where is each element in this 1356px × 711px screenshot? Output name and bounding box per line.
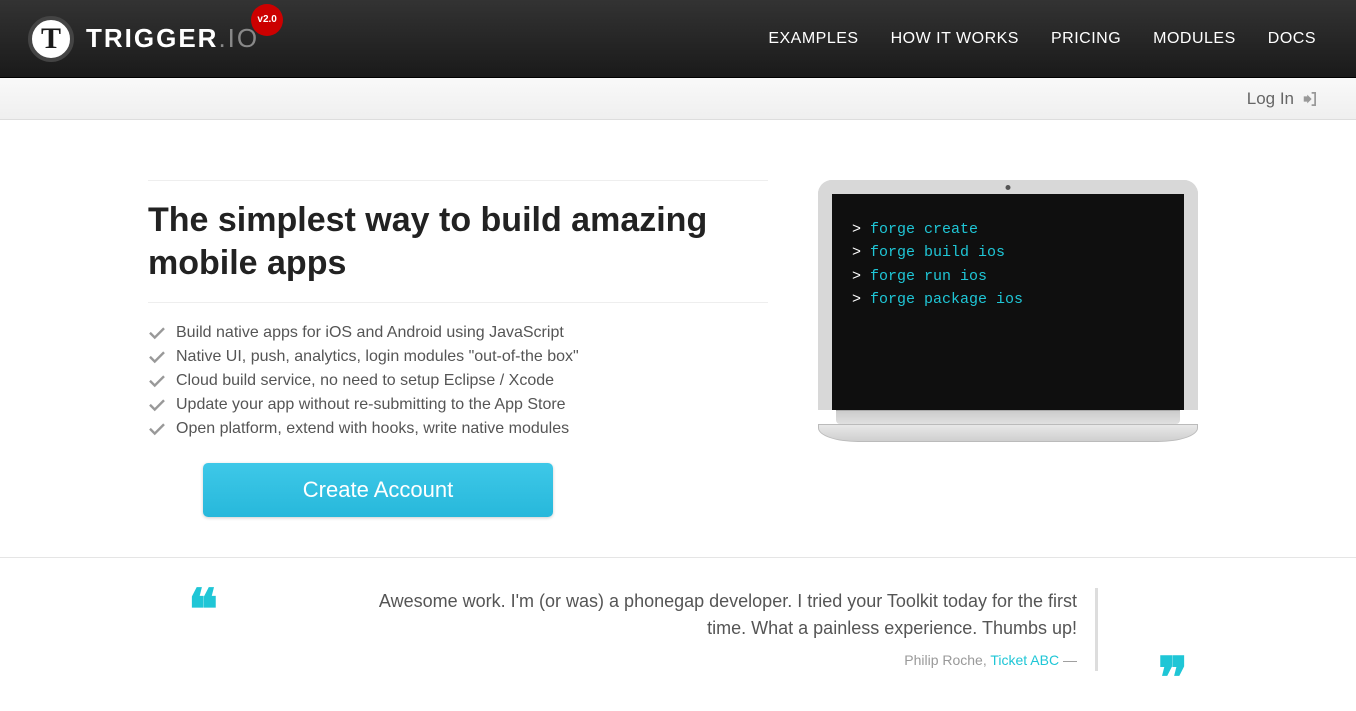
nav-examples[interactable]: EXAMPLES: [768, 30, 858, 48]
create-account-button[interactable]: Create Account: [203, 463, 553, 517]
laptop-camera-icon: [1006, 185, 1011, 190]
terminal-line: > forge build ios: [852, 241, 1164, 264]
testimonial-body: Awesome work. I'm (or was) a phonegap de…: [378, 588, 1098, 671]
testimonial-source-link[interactable]: Ticket ABC: [990, 652, 1059, 668]
logo-mark-icon: T: [28, 16, 74, 62]
testimonial-attribution: Philip Roche, Ticket ABC —: [378, 650, 1077, 671]
feature-list: Build native apps for iOS and Android us…: [148, 321, 768, 441]
feature-item: Native UI, push, analytics, login module…: [148, 345, 768, 369]
brand-wordmark: TRIGGER.IO: [86, 23, 259, 54]
laptop-graphic: > forge create > forge build ios > forge…: [818, 180, 1198, 442]
terminal-line: > forge run ios: [852, 265, 1164, 288]
login-label: Log In: [1247, 89, 1294, 109]
hero-illustration: > forge create > forge build ios > forge…: [808, 180, 1208, 517]
quote-close-icon: ❞: [1158, 646, 1188, 711]
version-badge: v2.0: [253, 6, 281, 34]
laptop-screen: > forge create > forge build ios > forge…: [818, 180, 1198, 410]
terminal-line: > forge create: [852, 218, 1164, 241]
feature-item: Open platform, extend with hooks, write …: [148, 417, 768, 441]
sub-navbar: Log In: [0, 78, 1356, 120]
brand-logo[interactable]: T TRIGGER.IO v2.0: [28, 16, 259, 62]
feature-item: Build native apps for iOS and Android us…: [148, 321, 768, 345]
nav-modules[interactable]: MODULES: [1153, 30, 1236, 48]
primary-nav: EXAMPLES HOW IT WORKS PRICING MODULES DO…: [768, 30, 1316, 48]
testimonial-section: ❝ Awesome work. I'm (or was) a phonegap …: [0, 558, 1356, 691]
hero-section: The simplest way to build amazing mobile…: [0, 120, 1356, 558]
feature-item: Update your app without re-submitting to…: [148, 393, 768, 417]
hero-headline: The simplest way to build amazing mobile…: [148, 180, 768, 303]
feature-item: Cloud build service, no need to setup Ec…: [148, 369, 768, 393]
terminal-output: > forge create > forge build ios > forge…: [852, 218, 1164, 311]
testimonial-text: Awesome work. I'm (or was) a phonegap de…: [378, 588, 1077, 642]
nav-docs[interactable]: DOCS: [1268, 30, 1316, 48]
check-icon: [148, 396, 166, 414]
top-navbar: T TRIGGER.IO v2.0 EXAMPLES HOW IT WORKS …: [0, 0, 1356, 78]
check-icon: [148, 420, 166, 438]
nav-how-it-works[interactable]: HOW IT WORKS: [891, 30, 1019, 48]
login-link[interactable]: Log In: [1247, 89, 1316, 109]
check-icon: [148, 348, 166, 366]
login-icon: [1302, 92, 1316, 106]
quote-open-icon: ❝: [188, 578, 218, 643]
check-icon: [148, 372, 166, 390]
terminal-line: > forge package ios: [852, 288, 1164, 311]
laptop-base: [818, 424, 1198, 442]
laptop-keyboard: [836, 410, 1180, 424]
nav-pricing[interactable]: PRICING: [1051, 30, 1121, 48]
check-icon: [148, 324, 166, 342]
hero-content: The simplest way to build amazing mobile…: [148, 180, 768, 517]
